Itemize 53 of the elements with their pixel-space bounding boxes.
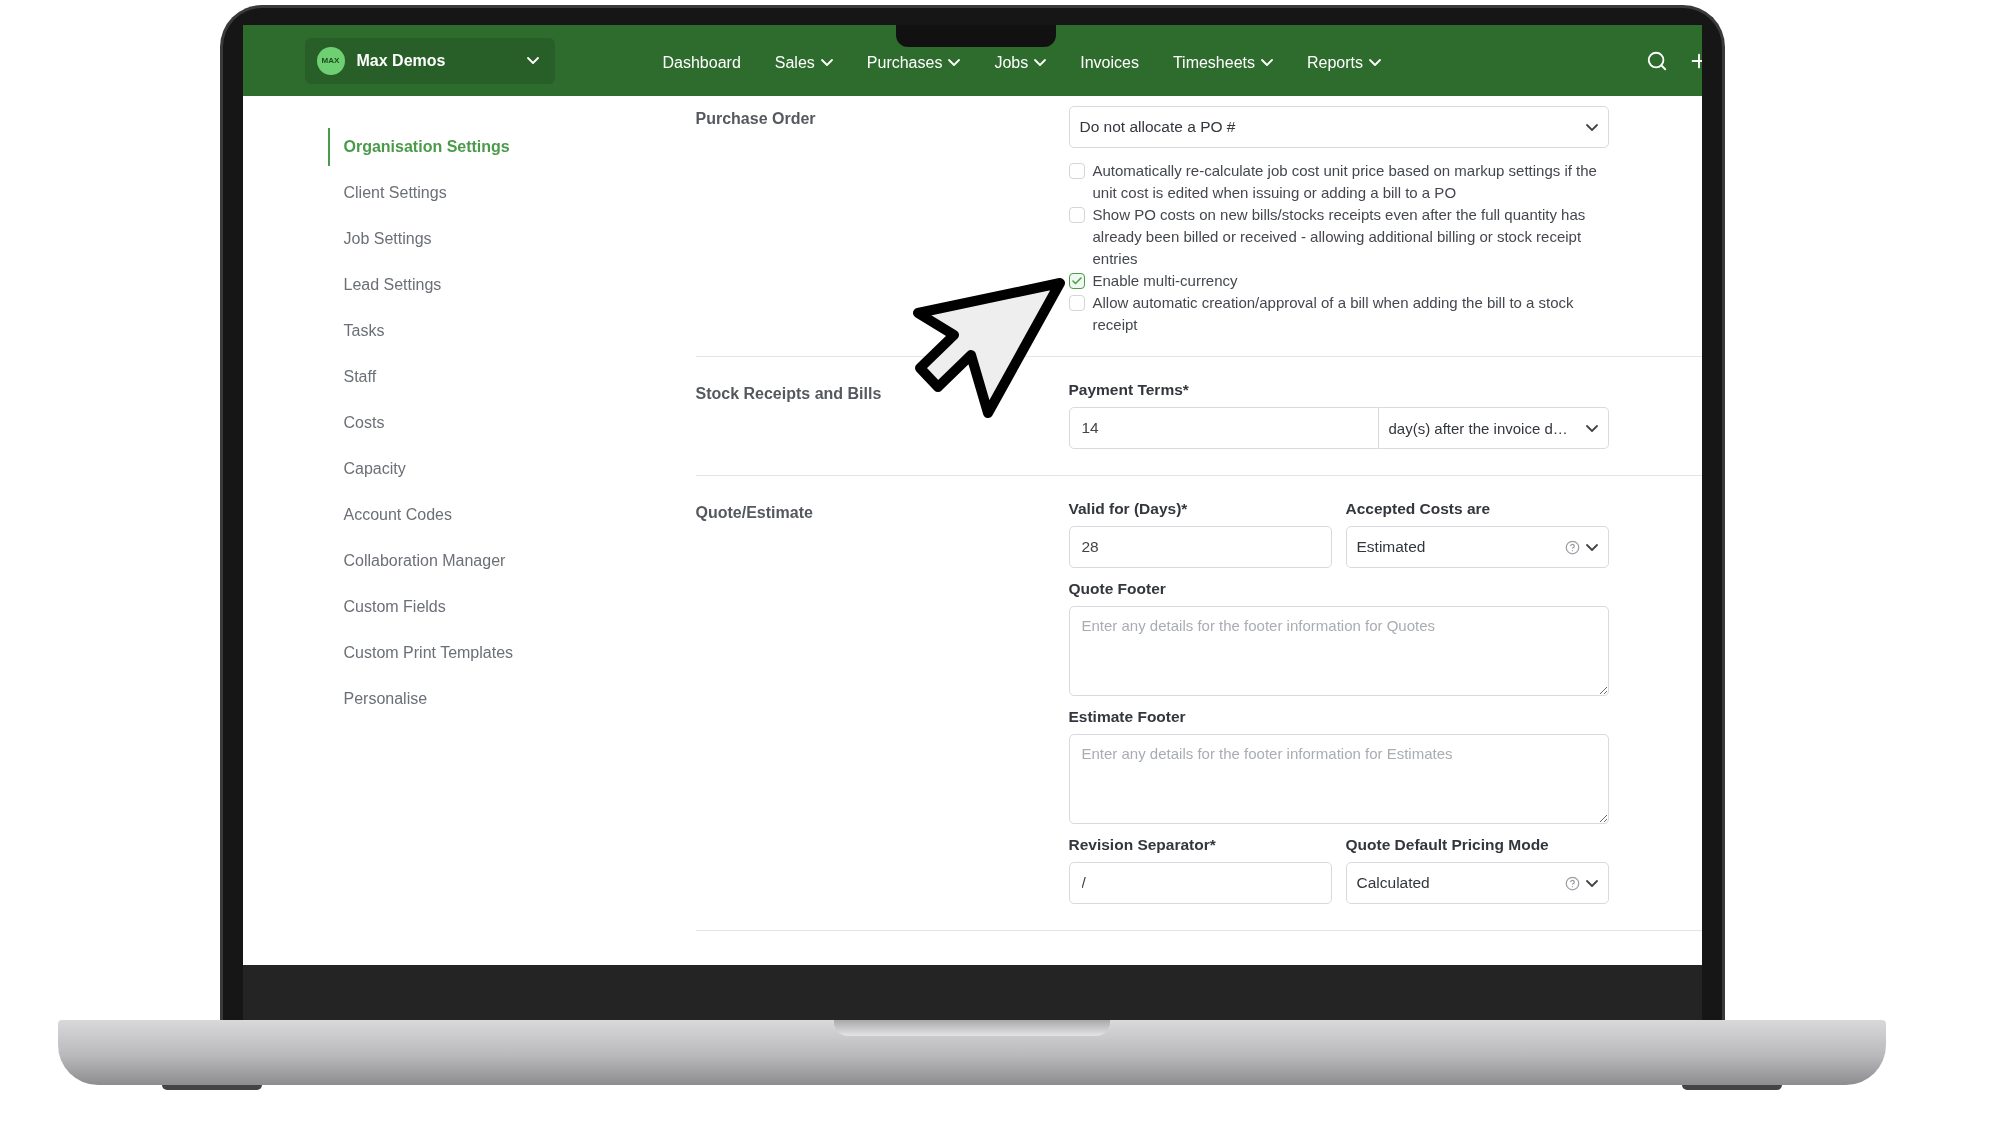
org-logo: MAX	[316, 46, 345, 75]
section-title: Stock Receipts and Bills	[695, 384, 882, 403]
chevron-icon	[1585, 543, 1598, 551]
checkbox-label: Enable multi-currency	[1092, 271, 1238, 291]
field-label: Revision Separator*	[1068, 836, 1217, 854]
chevron-icon	[526, 57, 539, 64]
nav-link[interactable]: Dashboard	[662, 47, 741, 74]
search-icon[interactable]	[1645, 49, 1668, 72]
select-field[interactable]: Estimated	[1345, 526, 1609, 568]
sidebar-item[interactable]: Account Codes	[327, 496, 452, 534]
nav-link[interactable]: Reports	[1307, 47, 1382, 74]
field-label: Estimate Footer	[1068, 708, 1187, 726]
organisation-switcher[interactable]: MAX Max Demos	[304, 37, 555, 84]
sidebar-item[interactable]: Job Settings	[327, 220, 432, 258]
input-field[interactable]: /	[1068, 862, 1332, 904]
sidebar-item[interactable]: Custom Fields	[327, 588, 446, 626]
nav-link[interactable]: Timesheets	[1172, 47, 1273, 74]
sidebar-item[interactable]: Lead Settings	[327, 266, 442, 304]
sidebar-item[interactable]: Collaboration Manager	[327, 542, 506, 580]
chevron-icon	[1585, 879, 1598, 887]
sidebar-item[interactable]: Custom Print Templates	[327, 634, 514, 672]
help-icon[interactable]	[1564, 875, 1580, 891]
sidebar-item[interactable]: Client Settings	[327, 174, 447, 212]
check-icon	[1070, 275, 1083, 287]
input-field[interactable]: 28	[1068, 526, 1332, 568]
field-label: Payment Terms*	[1068, 381, 1190, 399]
select-field[interactable]: Do not allocate a PO #	[1068, 106, 1609, 148]
nav-link[interactable]: Sales	[774, 47, 833, 74]
field-label: Accepted Costs are	[1345, 500, 1492, 518]
sidebar-item[interactable]: Tasks	[327, 312, 385, 350]
checkbox[interactable]	[1068, 273, 1085, 289]
text-area[interactable]: Enter any details for the footer information for Quotes	[1068, 606, 1609, 696]
chevron-icon	[1585, 424, 1598, 432]
nav-link[interactable]: Jobs	[994, 47, 1047, 74]
sidebar-item[interactable]: Organisation Settings	[327, 128, 510, 166]
field-label: Quote Footer	[1068, 580, 1167, 598]
text-area[interactable]: Enter any details for the footer information for Estimates	[1068, 734, 1609, 824]
nav-link[interactable]: Invoices	[1080, 47, 1139, 74]
field-label: Quote Default Pricing Mode	[1345, 836, 1550, 854]
select-field[interactable]: day(s) after the invoice d…	[1378, 407, 1609, 449]
select-field[interactable]: Calculated	[1345, 862, 1609, 904]
sidebar-item[interactable]: Costs	[327, 404, 385, 442]
chevron-icon	[1585, 123, 1598, 131]
help-icon[interactable]	[1564, 539, 1580, 555]
sidebar-item[interactable]: Capacity	[327, 450, 406, 488]
input-field[interactable]: 14	[1068, 407, 1379, 449]
section-title: Quote/Estimate	[695, 503, 813, 522]
checkbox-option[interactable]: Enable multi-currency	[1068, 270, 1238, 292]
sidebar-item[interactable]: Staff	[327, 358, 377, 396]
section-title: Purchase Order	[695, 109, 816, 128]
sidebar-item[interactable]: Personalise	[327, 680, 428, 718]
field-label: Valid for (Days)*	[1068, 500, 1189, 518]
nav-link[interactable]: Purchases	[866, 47, 961, 74]
